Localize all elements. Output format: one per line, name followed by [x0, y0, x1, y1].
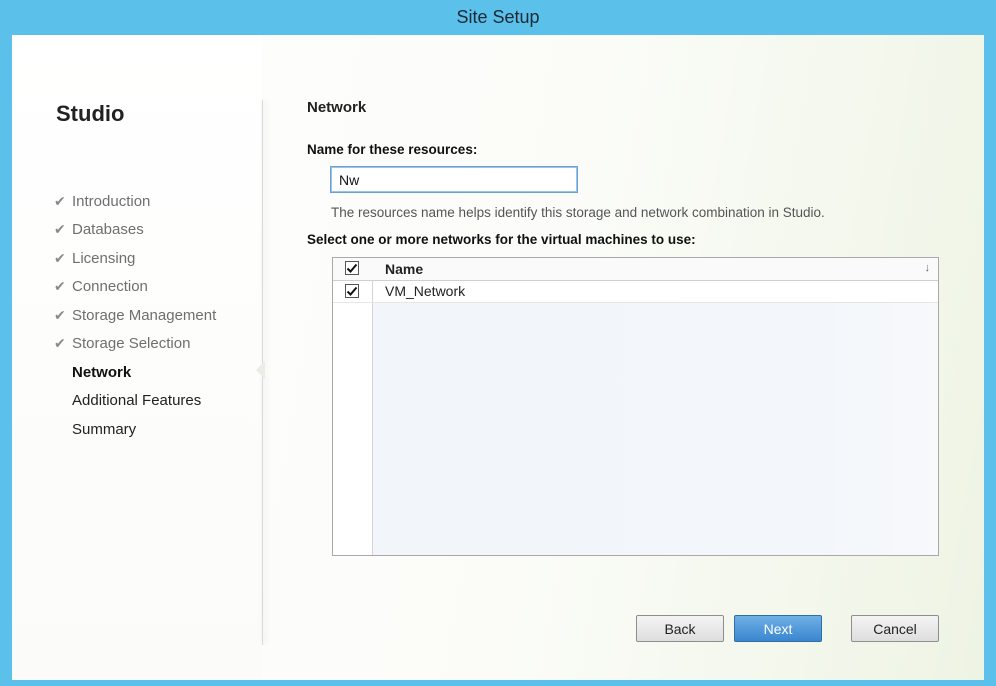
- step-licensing: ✔ Licensing: [54, 244, 216, 273]
- checkmark-icon: ✔: [54, 192, 66, 209]
- network-grid[interactable]: Name ↓ VM_Network: [332, 257, 939, 556]
- checkmark-icon: ✔: [54, 221, 66, 238]
- network-select-label: Select one or more networks for the virt…: [307, 232, 696, 247]
- step-label: Databases: [72, 221, 144, 239]
- step-summary: Summary: [54, 415, 216, 444]
- current-step-pointer-icon: [256, 361, 265, 379]
- cancel-button[interactable]: Cancel: [851, 615, 939, 642]
- step-introduction: ✔ Introduction: [54, 187, 216, 216]
- step-storage-management: ✔ Storage Management: [54, 301, 216, 330]
- back-button[interactable]: Back: [636, 615, 724, 642]
- step-connection: ✔ Connection: [54, 273, 216, 302]
- checkmark-icon: ✔: [54, 306, 66, 323]
- step-label: Storage Management: [72, 306, 217, 324]
- sidebar-title: Studio: [56, 101, 125, 126]
- steps-pane: Studio ✔ Introduction ✔ Databases ✔ Lice…: [12, 35, 262, 680]
- page-title: Network: [307, 99, 367, 116]
- checkmark-icon: ✔: [54, 278, 66, 295]
- wizard-window: Studio ✔ Introduction ✔ Databases ✔ Lice…: [12, 35, 984, 680]
- step-label: Network: [72, 363, 132, 381]
- next-button[interactable]: Next: [734, 615, 822, 642]
- step-label: Storage Selection: [72, 335, 191, 353]
- step-databases: ✔ Databases: [54, 216, 216, 245]
- step-label: Connection: [72, 278, 148, 296]
- table-row[interactable]: VM_Network: [333, 280, 938, 303]
- row-checkbox[interactable]: [345, 284, 359, 298]
- network-name-cell: VM_Network: [385, 283, 466, 299]
- step-network: Network: [54, 358, 216, 387]
- grid-header: Name ↓: [333, 258, 938, 281]
- step-storage-selection: ✔ Storage Selection: [54, 330, 216, 359]
- window-title: Site Setup: [456, 7, 540, 27]
- checkmark-icon: ✔: [54, 335, 66, 352]
- sort-arrow-icon[interactable]: ↓: [925, 262, 931, 274]
- select-all-checkbox[interactable]: [345, 261, 359, 275]
- column-header-name[interactable]: Name: [385, 261, 423, 277]
- checkmark-icon: ✔: [54, 249, 66, 266]
- checkmark-icon: [346, 286, 358, 296]
- name-field-label: Name for these resources:: [307, 142, 478, 157]
- step-label: Introduction: [72, 192, 151, 210]
- step-label: Additional Features: [72, 392, 202, 410]
- step-list: ✔ Introduction ✔ Databases ✔ Licensing ✔…: [54, 187, 216, 444]
- resource-name-input[interactable]: [330, 166, 578, 193]
- step-label: Summary: [72, 420, 137, 438]
- checkmark-icon: [346, 263, 358, 273]
- name-help-text: The resources name helps identify this s…: [331, 205, 825, 220]
- step-additional-features: Additional Features: [54, 387, 216, 416]
- title-bar: Site Setup: [0, 0, 996, 35]
- step-label: Licensing: [72, 249, 136, 267]
